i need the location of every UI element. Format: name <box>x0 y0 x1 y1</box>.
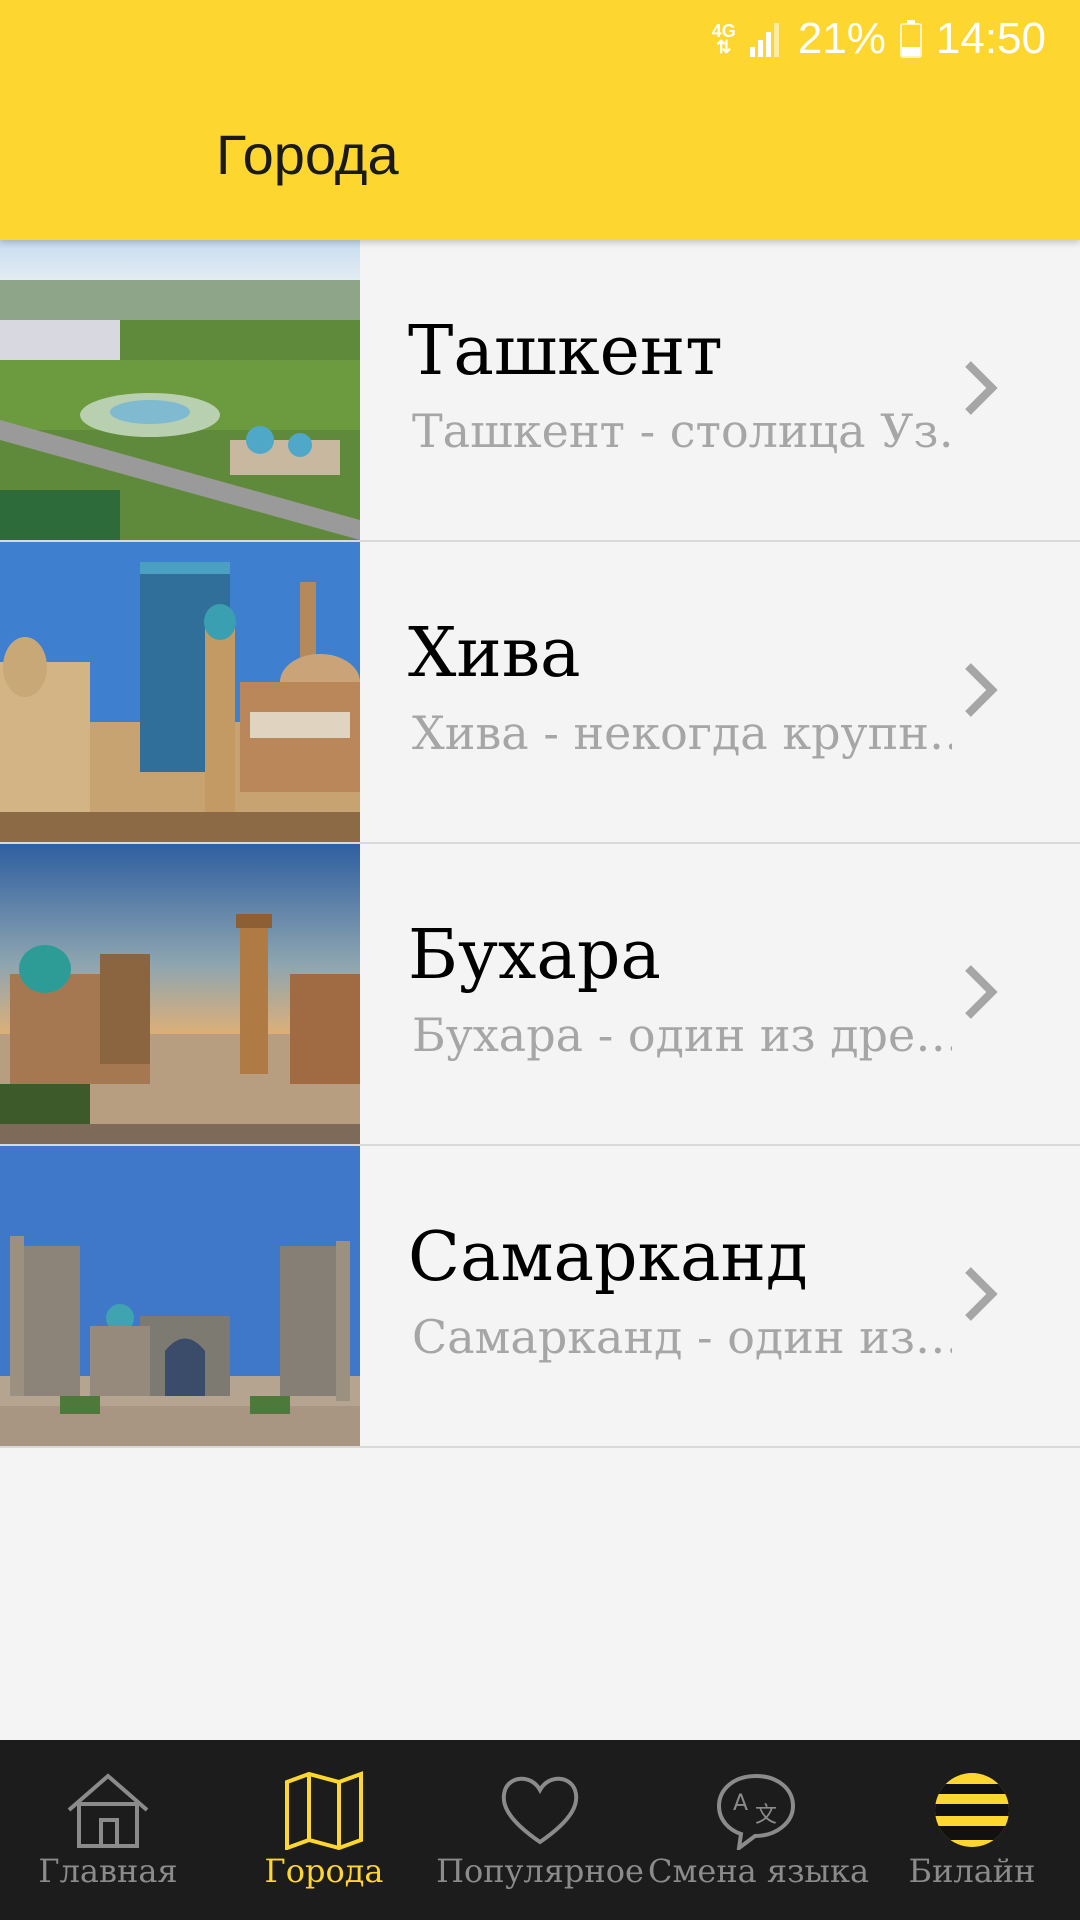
battery-icon <box>899 20 922 58</box>
city-image <box>0 542 360 842</box>
status-bar: 4G ⇅ 21% 14:50 <box>712 14 1046 64</box>
beeline-logo-icon <box>935 1773 1009 1847</box>
nav-label: Билайн <box>908 1852 1036 1890</box>
battery-percent: 21% <box>797 14 886 63</box>
city-list: Ташкент Ташкент - столица Уз… Хива Хива … <box>0 240 1080 1448</box>
nav-item-popular[interactable]: Популярное <box>432 1740 648 1920</box>
city-name: Ташкент <box>408 312 723 391</box>
map-icon <box>285 1771 363 1850</box>
heart-icon <box>501 1776 579 1845</box>
signal-icon <box>749 21 784 57</box>
nav-item-beeline[interactable]: Билайн <box>864 1740 1080 1920</box>
city-row-bukhara[interactable]: Бухара Бухара - один из дре… <box>0 844 1080 1146</box>
nav-label: Популярное <box>436 1852 644 1890</box>
city-description: Хива - некогда крупн… <box>412 706 952 760</box>
translate-icon: A文 <box>716 1773 796 1850</box>
chevron-right-icon <box>965 965 998 1019</box>
chevron-right-icon <box>965 361 998 415</box>
chevron-right-icon <box>965 1267 998 1321</box>
nav-item-home[interactable]: Главная <box>0 1740 216 1920</box>
city-description: Самарканд - один из… <box>412 1310 952 1364</box>
city-description: Бухара - один из дре… <box>412 1008 952 1062</box>
city-row-tashkent[interactable]: Ташкент Ташкент - столица Уз… <box>0 240 1080 542</box>
city-image <box>0 1146 360 1446</box>
page-title: Города <box>216 123 399 186</box>
app-bar: 4G ⇅ 21% 14:50 Города <box>0 0 1080 240</box>
nav-item-language[interactable]: A文 Смена языка <box>648 1740 870 1920</box>
home-icon <box>67 1773 149 1848</box>
network-type-icon: 4G ⇅ <box>711 21 736 57</box>
svg-text:A: A <box>733 1791 748 1816</box>
city-name: Бухара <box>408 916 661 995</box>
city-image <box>0 240 360 540</box>
clock: 14:50 <box>935 14 1046 63</box>
nav-label: Главная <box>38 1852 178 1890</box>
city-image <box>0 844 360 1144</box>
chevron-right-icon <box>965 663 998 717</box>
city-row-khiva[interactable]: Хива Хива - некогда крупн… <box>0 542 1080 844</box>
city-name: Хива <box>408 614 581 693</box>
city-description: Ташкент - столица Уз… <box>412 404 952 458</box>
nav-item-cities[interactable]: Города <box>216 1740 432 1920</box>
city-name: Самарканд <box>408 1218 808 1297</box>
svg-text:文: 文 <box>755 1803 777 1828</box>
bottom-navigation: Главная Города Популярное A文 Смена языка… <box>0 1740 1080 1920</box>
city-row-samarkand[interactable]: Самарканд Самарканд - один из… <box>0 1146 1080 1448</box>
nav-label: Смена языка <box>648 1852 870 1890</box>
nav-label: Города <box>264 1852 384 1890</box>
